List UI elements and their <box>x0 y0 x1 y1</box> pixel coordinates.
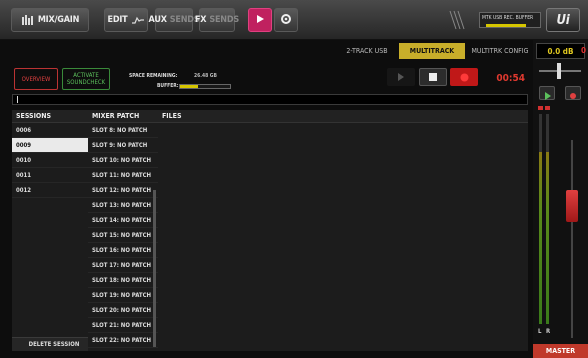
fx-label: FX <box>194 15 207 25</box>
gear-icon <box>280 13 292 28</box>
patch-row[interactable]: SLOT 11: NO PATCH <box>88 168 158 183</box>
mixer-patch-panel: MIXER PATCH SLOT 8: NO PATCH SLOT 9: NO P… <box>88 110 158 351</box>
tab-multitrack[interactable]: MULTITRACK <box>399 43 465 59</box>
aux-label: AUX <box>148 15 167 25</box>
record-buffer-bar <box>486 24 526 27</box>
master-channel-strip: 0.0 dB 0 L R MASTER <box>533 40 588 358</box>
delete-session-button[interactable]: DELETE SESSION <box>12 337 96 351</box>
play-icon <box>255 14 265 27</box>
patch-row[interactable]: SLOT 22: NO PATCH <box>88 333 158 348</box>
clip-indicator-icon: 0 <box>581 46 587 55</box>
patch-scrollbar[interactable] <box>153 190 156 347</box>
fx-sends-button[interactable]: FX SENDS <box>195 8 239 32</box>
patch-row[interactable]: SLOT 19: NO PATCH <box>88 288 158 303</box>
usb-record-status[interactable]: MTK USB REC. BUFFER <box>479 12 541 28</box>
sessions-list: 0006 0009 0010 0011 0012 <box>12 123 96 198</box>
files-panel: FILES <box>158 110 528 351</box>
stop-button[interactable] <box>419 68 447 86</box>
master-fader-track[interactable] <box>571 140 573 338</box>
master-channel-label[interactable]: MASTER <box>533 344 588 358</box>
record-icon <box>570 93 576 99</box>
buffer-meter <box>179 84 231 89</box>
media-player-button[interactable] <box>248 8 272 32</box>
session-row[interactable]: 0012 <box>12 183 96 198</box>
stop-icon <box>429 73 437 81</box>
play-icon <box>545 92 551 100</box>
activate-soundcheck-button[interactable]: ACTIVATE SOUNDCHECK <box>62 68 110 90</box>
files-header: FILES <box>158 110 528 123</box>
patch-row[interactable]: SLOT 18: NO PATCH <box>88 273 158 288</box>
overview-label: OVERVIEW <box>21 75 51 83</box>
text-cursor <box>17 96 18 103</box>
usb-record-label: MTK USB REC. BUFFER <box>482 14 534 21</box>
fader-bars-icon <box>21 14 35 26</box>
record-channel-button[interactable] <box>565 86 581 100</box>
tab-2-track-usb[interactable]: 2-TRACK USB <box>336 43 398 59</box>
mixer-view-button[interactable]: MIX/GAIN <box>11 8 89 32</box>
activate-label: ACTIVATE <box>73 72 99 79</box>
patch-row[interactable]: SLOT 16: NO PATCH <box>88 243 158 258</box>
meter-right <box>546 114 549 324</box>
soundcheck-label: SOUNDCHECK <box>66 79 106 86</box>
patch-row[interactable]: SLOT 8: NO PATCH <box>88 123 158 138</box>
session-row[interactable]: 0010 <box>12 153 96 168</box>
record-button[interactable] <box>450 68 478 86</box>
master-level-display[interactable]: 0.0 dB <box>536 43 585 59</box>
space-remaining-value: 26.48 GB <box>194 73 217 79</box>
meter-right-label: R <box>546 328 551 335</box>
patch-row[interactable]: SLOT 9: NO PATCH <box>88 138 158 153</box>
settings-button[interactable] <box>274 8 298 32</box>
patch-list: SLOT 8: NO PATCH SLOT 9: NO PATCH SLOT 10:… <box>88 123 158 348</box>
eq-curve-icon <box>131 14 145 26</box>
buffer-meter-fill <box>180 85 198 88</box>
session-row[interactable]: 0006 <box>12 123 96 138</box>
patch-row[interactable]: SLOT 20: NO PATCH <box>88 303 158 318</box>
master-fader-handle[interactable] <box>566 190 578 222</box>
overview-button[interactable]: OVERVIEW <box>14 68 58 90</box>
meter-left <box>539 114 542 324</box>
pan-handle[interactable] <box>557 63 561 79</box>
play-icon <box>398 73 404 81</box>
patch-row[interactable]: SLOT 21: NO PATCH <box>88 318 158 333</box>
patch-row[interactable]: SLOT 14: NO PATCH <box>88 213 158 228</box>
patch-row[interactable]: SLOT 15: NO PATCH <box>88 228 158 243</box>
buffer-label: BUFFER: <box>157 83 179 89</box>
patch-row[interactable]: SLOT 17: NO PATCH <box>88 258 158 273</box>
multitrack-controls: OVERVIEW ACTIVATE SOUNDCHECK SPACE REMAI… <box>11 64 531 92</box>
aux-sends-button[interactable]: AUX SENDS <box>149 8 200 32</box>
tab-multitrk-config[interactable]: MULTITRK CONFIG <box>467 43 533 59</box>
play-transport-button[interactable] <box>387 68 415 86</box>
mix-gain-label: MIX/GAIN <box>37 15 80 25</box>
ui-logo: Ui <box>556 12 570 28</box>
mixer-patch-header: MIXER PATCH <box>88 110 158 123</box>
ui-logo-button[interactable]: Ui <box>546 8 580 32</box>
edit-button[interactable]: EDIT <box>104 8 148 32</box>
top-toolbar: MIX/GAIN EDIT AUX SENDS FX SENDS MTK USB R… <box>0 0 588 40</box>
fx-sub-label: SENDS <box>209 15 240 25</box>
session-row[interactable]: 0009 <box>12 138 96 153</box>
edit-label: EDIT <box>107 15 128 25</box>
clip-led-right <box>545 106 550 110</box>
sessions-header: SESSIONS <box>12 110 96 123</box>
session-path-field[interactable] <box>12 94 528 105</box>
play-channel-button[interactable] <box>539 86 555 100</box>
record-icon <box>460 73 468 81</box>
space-remaining-label: SPACE REMAINING: <box>129 73 178 79</box>
clip-led-left <box>538 106 543 110</box>
record-timer: 00:54 <box>496 73 525 84</box>
meter-left-label: L <box>538 328 542 335</box>
decorative-lines-icon <box>447 9 469 35</box>
sessions-panel: SESSIONS 0006 0009 0010 0011 0012 DELETE SES… <box>12 110 96 351</box>
session-row[interactable]: 0011 <box>12 168 96 183</box>
patch-row[interactable]: SLOT 10: NO PATCH <box>88 153 158 168</box>
patch-row[interactable]: SLOT 13: NO PATCH <box>88 198 158 213</box>
patch-row[interactable]: SLOT 12: NO PATCH <box>88 183 158 198</box>
recorder-tabs: 2-TRACK USB MULTITRACK MULTITRK CONFIG <box>0 43 533 59</box>
